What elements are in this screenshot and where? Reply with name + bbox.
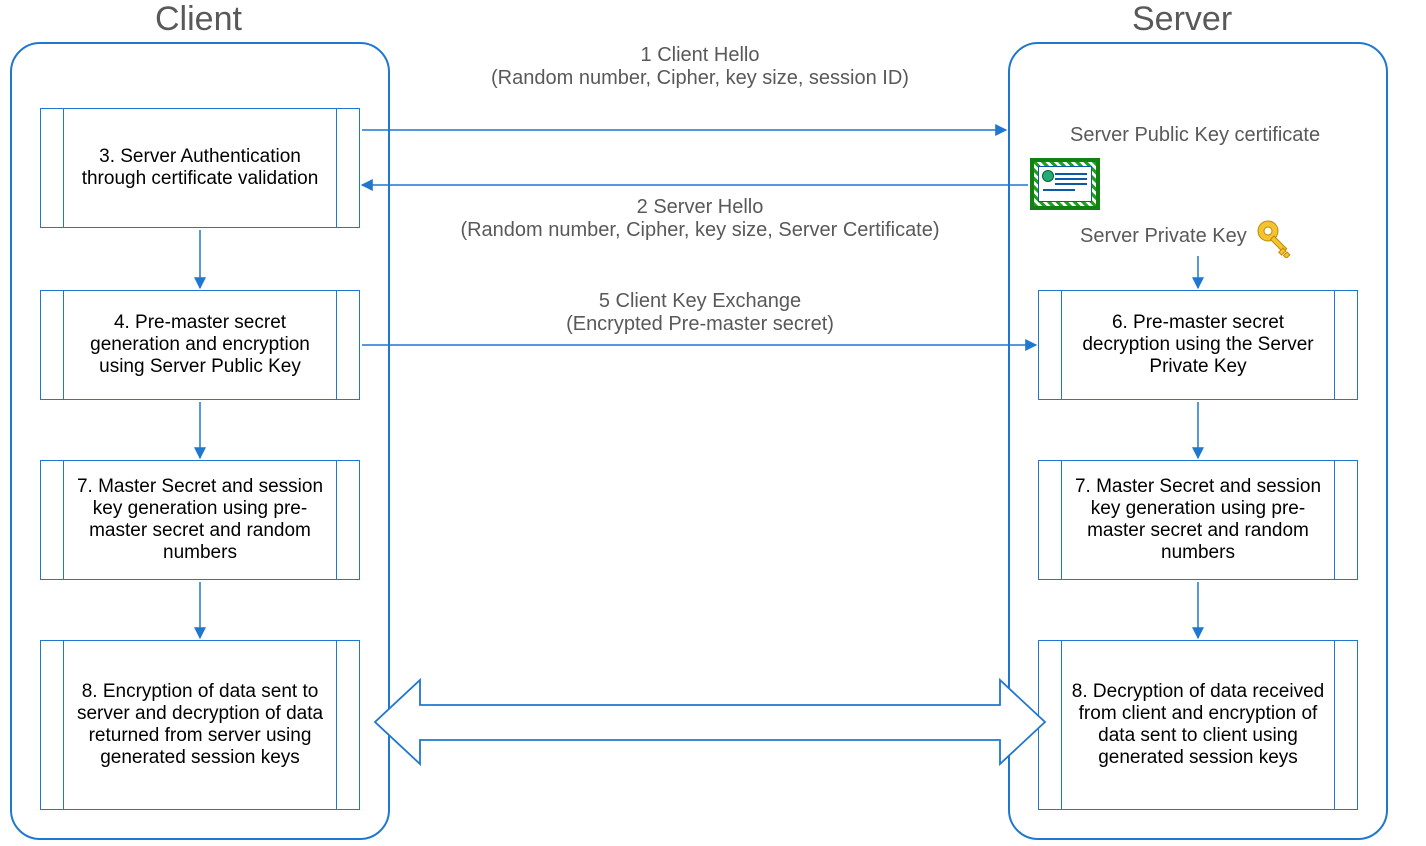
msg5: 5 Client Key Exchange (Encrypted Pre-mas… <box>480 290 920 336</box>
msg1-detail: (Random number, Cipher, key size, sessio… <box>430 67 970 90</box>
client-step-7: 7. Master Secret and session key generat… <box>40 460 360 580</box>
client-step-8-label: 8. Encryption of data sent to server and… <box>69 681 331 769</box>
client-step-4-label: 4. Pre-master secret generation and encr… <box>69 312 331 378</box>
server-step-8-label: 8. Decryption of data received from clie… <box>1067 681 1329 769</box>
client-step-7-label: 7. Master Secret and session key generat… <box>69 476 331 564</box>
server-title: Server <box>1132 0 1232 39</box>
server-step-6: 6. Pre-master secret decryption using th… <box>1038 290 1358 400</box>
client-title: Client <box>155 0 242 39</box>
app-data-label: Encrypted Application Data <box>560 710 824 736</box>
server-step-7-label: 7. Master Secret and session key generat… <box>1067 476 1329 564</box>
certificate-icon <box>1030 158 1100 210</box>
server-step-8: 8. Decryption of data received from clie… <box>1038 640 1358 810</box>
msg5-title: 5 Client Key Exchange <box>480 290 920 313</box>
msg1-title: 1 Client Hello <box>430 44 970 67</box>
msg2-detail: (Random number, Cipher, key size, Server… <box>430 219 970 242</box>
msg2-title: 2 Server Hello <box>430 196 970 219</box>
client-step-4: 4. Pre-master secret generation and encr… <box>40 290 360 400</box>
msg1: 1 Client Hello (Random number, Cipher, k… <box>430 44 970 90</box>
msg5-detail: (Encrypted Pre-master secret) <box>480 313 920 336</box>
client-step-3-label: 3. Server Authentication through certifi… <box>69 146 331 190</box>
server-priv-key-label: Server Private Key <box>1080 225 1247 248</box>
client-step-3: 3. Server Authentication through certifi… <box>40 108 360 228</box>
key-icon <box>1255 218 1295 258</box>
server-step-6-label: 6. Pre-master secret decryption using th… <box>1067 312 1329 378</box>
server-pub-cert-label: Server Public Key certificate <box>1070 124 1320 147</box>
msg2: 2 Server Hello (Random number, Cipher, k… <box>430 196 970 242</box>
server-step-7: 7. Master Secret and session key generat… <box>1038 460 1358 580</box>
client-step-8: 8. Encryption of data sent to server and… <box>40 640 360 810</box>
